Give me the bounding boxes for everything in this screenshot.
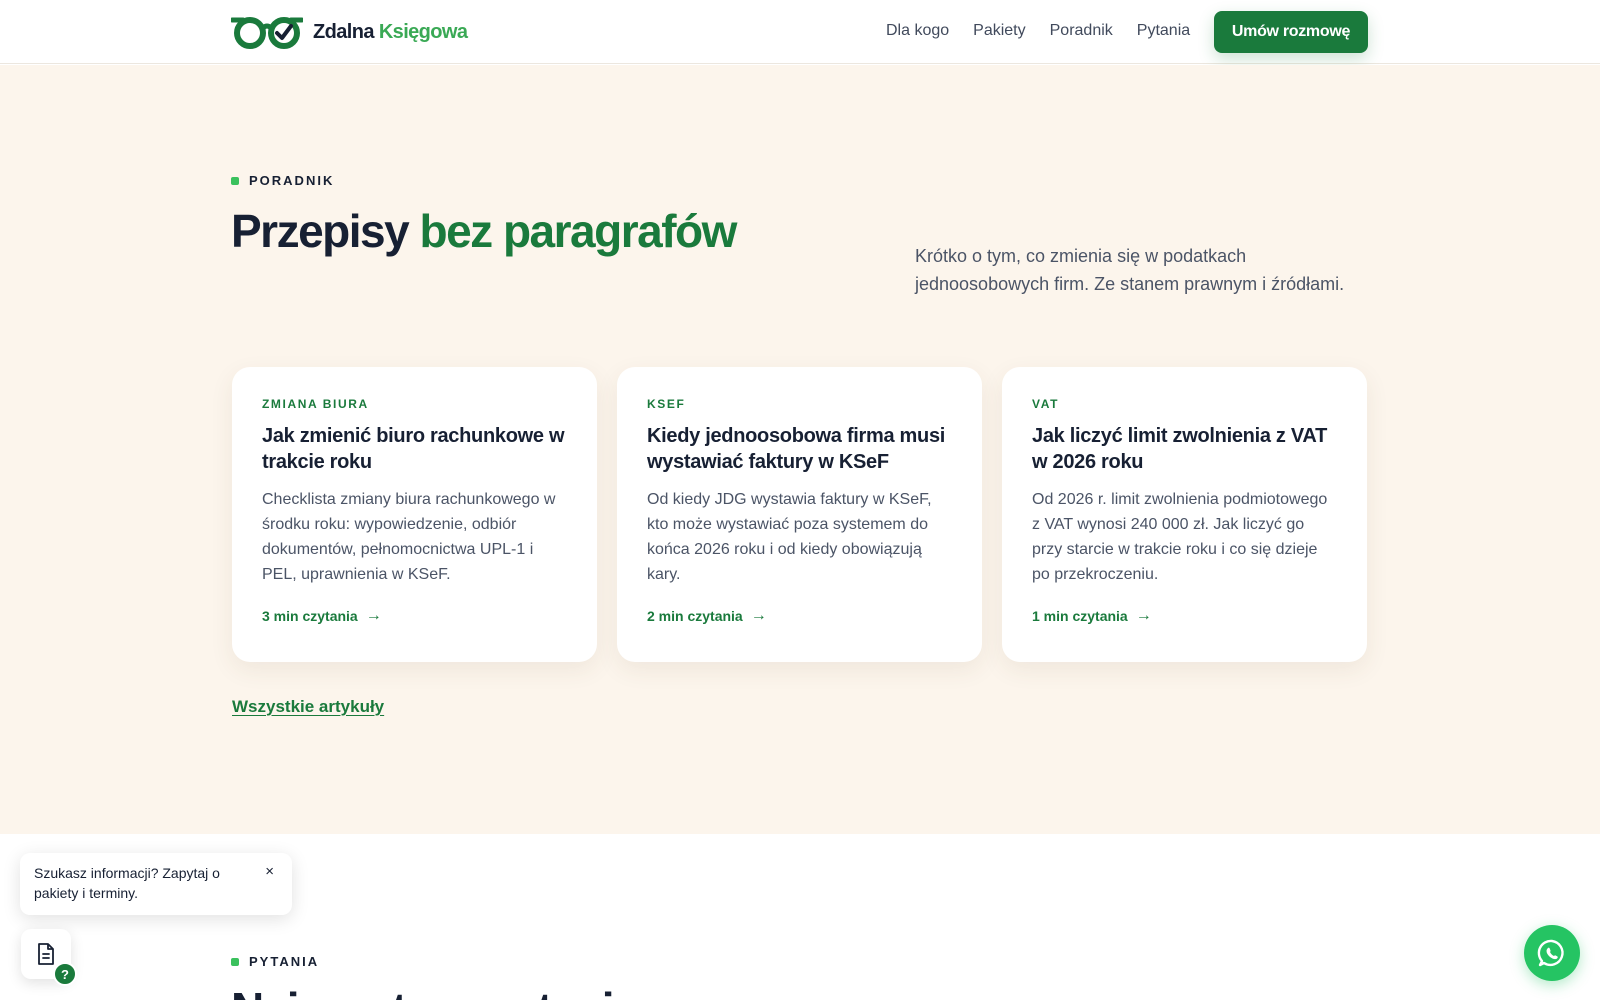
read-time: 3 min czytania: [262, 608, 358, 624]
nav-item-poradnik[interactable]: Poradnik: [1050, 21, 1113, 41]
article-cards: ZMIANA BIURA Jak zmienić biuro rachunkow…: [232, 367, 1367, 662]
article-category: KSEF: [647, 397, 686, 411]
read-time: 2 min czytania: [647, 608, 743, 624]
whatsapp-button[interactable]: [1524, 925, 1580, 981]
nav-item-dla-kogo[interactable]: Dla kogo: [886, 21, 949, 41]
eyebrow-dot-icon: [231, 176, 239, 185]
article-card[interactable]: VAT Jak liczyć limit zwolnienia z VAT w …: [1002, 367, 1367, 662]
arrow-right-icon: →: [1135, 607, 1152, 624]
site-header: Zdalna Księgowa Dla kogo Pakiety Poradni…: [0, 0, 1600, 64]
book-call-button[interactable]: Umów rozmowę: [1214, 11, 1368, 53]
main-nav: Dla kogo Pakiety Poradnik Pytania: [886, 21, 1190, 41]
section-eyebrow: PYTANIA: [231, 954, 319, 969]
article-excerpt: Checklista zmiany biura rachunkowego w ś…: [262, 491, 556, 583]
eyebrow-label: PYTANIA: [249, 954, 320, 969]
article-title[interactable]: Kiedy jednoosobowa firma musi wystawiać …: [647, 423, 952, 475]
chat-message: Szukasz informacji? Zapytaj o pakiety i …: [34, 865, 220, 901]
read-more-link[interactable]: 2 min czytania →: [647, 607, 767, 625]
article-category: VAT: [1032, 397, 1060, 411]
brand-logo[interactable]: Zdalna Księgowa: [231, 14, 468, 50]
nav-item-pytania[interactable]: Pytania: [1137, 21, 1190, 41]
article-title[interactable]: Jak zmienić biuro rachunkowe w trakcie r…: [262, 423, 567, 475]
faq-title: Najczęstsze pytania: [231, 984, 639, 1000]
read-more-link[interactable]: 3 min czytania →: [262, 607, 382, 625]
close-icon[interactable]: ×: [265, 863, 274, 880]
brand-name: Zdalna Księgowa: [313, 20, 468, 43]
read-time: 1 min czytania: [1032, 608, 1128, 624]
eyeglasses-check-logo-icon: [231, 17, 303, 49]
article-card[interactable]: KSEF Kiedy jednoosobowa firma musi wysta…: [617, 367, 982, 662]
article-category: ZMIANA BIURA: [262, 397, 369, 411]
arrow-right-icon: →: [750, 607, 767, 624]
article-excerpt: Od 2026 r. limit zwolnienia podmiotowego…: [1032, 491, 1328, 583]
section-lede: Krótko o tym, co zmienia się w podatkach…: [915, 246, 1345, 294]
eyebrow-dot-icon: [231, 957, 239, 966]
all-articles-link[interactable]: Wszystkie artykuły: [232, 697, 384, 717]
chat-prompt-bubble[interactable]: Szukasz informacji? Zapytaj o pakiety i …: [20, 853, 292, 915]
article-card[interactable]: ZMIANA BIURA Jak zmienić biuro rachunkow…: [232, 367, 597, 662]
article-excerpt: Od kiedy JDG wystawia faktury w KSeF, kt…: [647, 491, 932, 583]
document-icon: [38, 943, 54, 965]
nav-item-pakiety[interactable]: Pakiety: [973, 21, 1025, 41]
section-eyebrow: PORADNIK: [231, 173, 334, 188]
poradnik-section: PORADNIK Przepisy bez paragrafów Krótko …: [0, 65, 1600, 834]
help-badge: ?: [53, 962, 77, 986]
article-title[interactable]: Jak liczyć limit zwolnienia z VAT w 2026…: [1032, 423, 1337, 475]
whatsapp-icon: [1537, 939, 1564, 967]
eyebrow-label: PORADNIK: [249, 173, 335, 188]
read-more-link[interactable]: 1 min czytania →: [1032, 607, 1152, 625]
section-title: Przepisy bez paragrafów: [231, 205, 737, 257]
arrow-right-icon: →: [365, 607, 382, 624]
